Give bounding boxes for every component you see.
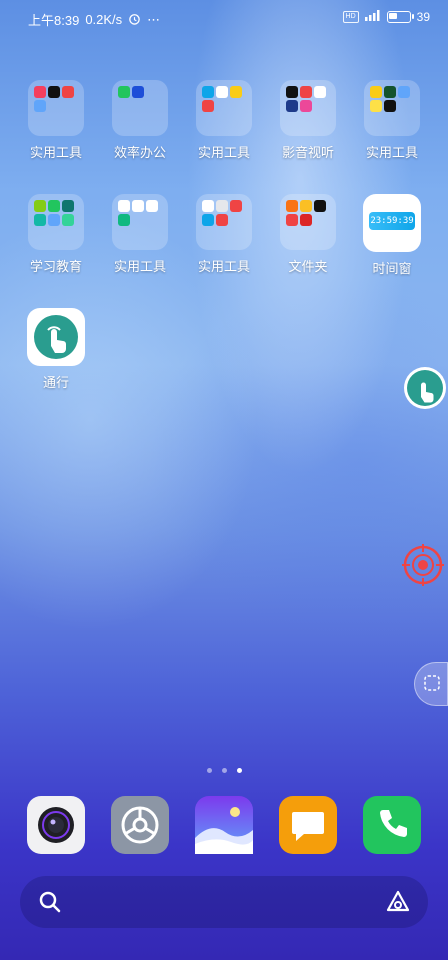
dock-notes[interactable] xyxy=(279,796,337,854)
folder-icon xyxy=(28,80,84,136)
notes-icon xyxy=(292,812,324,841)
status-left: 上午8:39 0.2K/s ⋯ xyxy=(28,10,160,29)
folder-label: 实用工具 xyxy=(365,145,418,160)
folder-label: 实用工具 xyxy=(197,259,250,274)
floating-hand-icon xyxy=(404,367,446,409)
floating-target-button[interactable] xyxy=(402,544,444,591)
folder-tools-1[interactable]: 实用工具 xyxy=(16,80,96,161)
alarm-icon xyxy=(128,12,141,28)
battery-percent: 39 xyxy=(416,10,430,24)
folder-icon xyxy=(112,194,168,250)
folder-tools-3[interactable]: 实用工具 xyxy=(352,80,432,161)
folder-label: 文件夹 xyxy=(288,259,328,274)
folder-label: 学习教育 xyxy=(29,259,82,274)
hd-icon: HD xyxy=(342,11,359,23)
page-indicator xyxy=(0,768,448,773)
phone-icon xyxy=(380,810,407,837)
camera-icon xyxy=(38,807,74,843)
folder-tools-5[interactable]: 实用工具 xyxy=(184,194,264,275)
folder-icon xyxy=(196,80,252,136)
app-time-window[interactable]: 23:59:39 时间窗 xyxy=(352,194,432,277)
gallery-icon xyxy=(195,807,253,854)
app-label: 时间窗 xyxy=(372,261,412,276)
battery-icon xyxy=(386,11,414,23)
folder-label: 效率办公 xyxy=(113,145,166,160)
folder-icon xyxy=(280,80,336,136)
folder-icon xyxy=(364,80,420,136)
status-right: HD 39 xyxy=(342,10,430,24)
page-dot xyxy=(221,768,227,773)
folder-tools-2[interactable]: 实用工具 xyxy=(184,80,264,161)
folder-label: 实用工具 xyxy=(113,259,166,274)
folder-label: 实用工具 xyxy=(197,145,250,160)
tongxing-icon xyxy=(27,308,85,366)
page-dot xyxy=(206,768,212,773)
folder-label: 影音视听 xyxy=(281,145,334,160)
floating-assistant-button[interactable] xyxy=(414,662,448,706)
bottom-search-bar[interactable] xyxy=(20,876,428,928)
folder-icon xyxy=(280,194,336,250)
app-tongxing[interactable]: 通行 xyxy=(16,308,96,391)
page-dot-active xyxy=(236,768,242,773)
dock-camera[interactable] xyxy=(27,796,85,854)
settings-gear-icon xyxy=(121,806,159,844)
time-widget-display: 23:59:39 xyxy=(369,212,415,230)
folder-tools-4[interactable]: 实用工具 xyxy=(100,194,180,275)
folder-label: 实用工具 xyxy=(29,145,82,160)
time-window-icon: 23:59:39 xyxy=(363,194,421,252)
assistant-icon xyxy=(424,675,440,691)
assistant-logo-icon[interactable] xyxy=(384,888,412,921)
folder-education[interactable]: 学习教育 xyxy=(16,194,96,275)
signal-icon xyxy=(364,10,381,24)
dock xyxy=(0,796,448,856)
folder-icon xyxy=(196,194,252,250)
status-time: 上午8:39 xyxy=(28,13,80,28)
network-speed: 0.2K/s xyxy=(85,12,123,27)
search-icon[interactable] xyxy=(38,890,62,919)
crosshair-icon xyxy=(402,544,444,586)
folder-icon xyxy=(28,194,84,250)
dock-gallery[interactable] xyxy=(195,796,253,854)
folder-icon xyxy=(112,80,168,136)
folder-office[interactable]: 效率办公 xyxy=(100,80,180,161)
app-label: 通行 xyxy=(42,375,69,390)
folder-media[interactable]: 影音视听 xyxy=(268,80,348,161)
floating-tongxing-button[interactable] xyxy=(402,365,448,416)
status-bar: 上午8:39 0.2K/s ⋯ HD 39 xyxy=(0,0,448,38)
folder-files[interactable]: 文件夹 xyxy=(268,194,348,275)
dock-settings[interactable] xyxy=(111,796,169,854)
dock-phone[interactable] xyxy=(363,796,421,854)
more-notifications-icon: ⋯ xyxy=(147,11,161,27)
